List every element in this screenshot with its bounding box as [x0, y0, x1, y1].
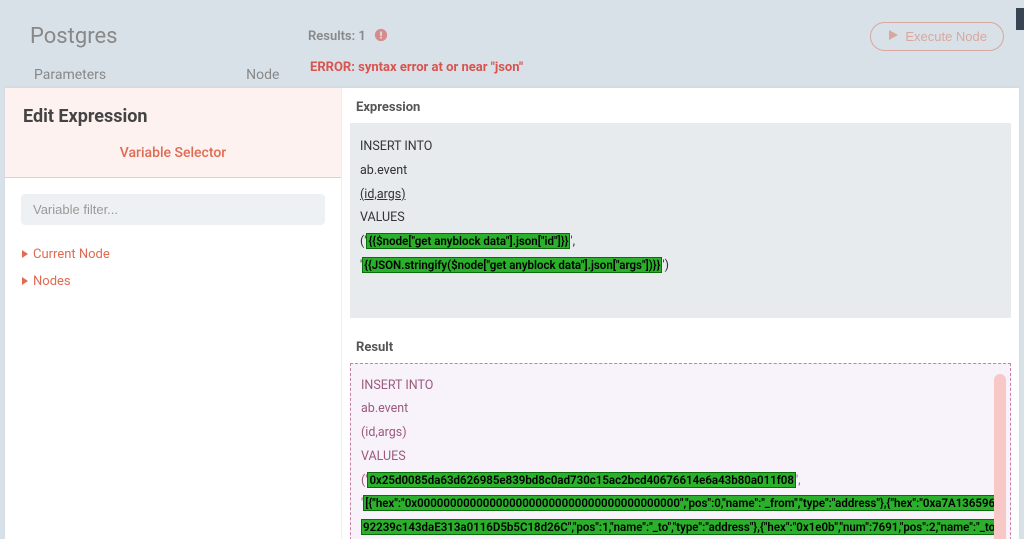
- tree-item-nodes[interactable]: Nodes: [21, 268, 325, 295]
- results-label: Results: 1: [308, 28, 388, 46]
- expr-idargs: (id,args): [360, 187, 406, 202]
- warning-icon: [374, 28, 388, 46]
- expr-line: INSERT INTO: [360, 135, 1001, 159]
- expr-post: ',: [570, 234, 575, 249]
- play-icon: [887, 29, 899, 44]
- tab-parameters[interactable]: Parameters: [34, 67, 106, 83]
- result-line: (id,args): [361, 421, 1000, 445]
- variable-selector-label: Variable Selector: [23, 145, 323, 167]
- right-edge-strip: [1016, 8, 1024, 30]
- expr-post: '): [662, 258, 669, 273]
- error-message: ERROR: syntax error at or near "json": [310, 60, 523, 75]
- modal-title: Edit Expression: [23, 106, 323, 127]
- result-line: INSERT INTO: [361, 374, 1000, 398]
- execute-node-button[interactable]: Execute Node: [870, 22, 1004, 51]
- chevron-right-icon: [21, 247, 29, 262]
- result-post: ',: [796, 473, 801, 488]
- variable-filter-input[interactable]: [21, 194, 325, 225]
- result-highlight: 0x25d0085da63d626985e839bd8c0ad730c15ac2…: [367, 472, 795, 488]
- left-panel: Edit Expression Variable Selector Curren…: [5, 88, 342, 539]
- tab-node[interactable]: Node: [246, 67, 279, 83]
- tree-item-current-node[interactable]: Current Node: [21, 241, 325, 268]
- left-header: Edit Expression Variable Selector: [5, 88, 341, 178]
- expr-line: '{{JSON.stringify($node["get anyblock da…: [360, 254, 1001, 278]
- expression-editor[interactable]: INSERT INTO ab.event (id,args) VALUES ('…: [350, 123, 1011, 318]
- result-line: ('0x25d0085da63d626985e839bd8c0ad730c15a…: [361, 469, 1000, 493]
- result-line: '[{"hex":"0x0000000000000000000000000000…: [361, 492, 1000, 539]
- left-body: Current Node Nodes: [5, 178, 341, 311]
- expr-highlight: {{JSON.stringify($node["get anyblock dat…: [362, 257, 662, 273]
- result-line: VALUES: [361, 445, 1000, 469]
- results-count: Results: 1: [308, 29, 366, 44]
- execute-label: Execute Node: [905, 29, 987, 44]
- expr-line: (id,args): [360, 183, 1001, 207]
- edit-expression-modal: Edit Expression Variable Selector Curren…: [5, 88, 1019, 539]
- expr-line: ('{{$node["get anyblock data"].json["id"…: [360, 230, 1001, 254]
- node-right-header: Results: 1 Execute Node: [308, 22, 1004, 51]
- expression-label: Expression: [342, 88, 1019, 123]
- tree-label-current: Current Node: [33, 247, 110, 262]
- result-label: Result: [342, 318, 1019, 363]
- result-line: ab.event: [361, 397, 1000, 421]
- expr-highlight: {{$node["get anyblock data"].json["id"]}…: [366, 233, 570, 249]
- expr-line: VALUES: [360, 206, 1001, 230]
- result-box: INSERT INTO ab.event (id,args) VALUES ('…: [350, 363, 1011, 539]
- expr-line: ab.event: [360, 159, 1001, 183]
- tree-label-nodes: Nodes: [33, 274, 71, 289]
- chevron-right-icon: [21, 274, 29, 289]
- right-panel: Expression INSERT INTO ab.event (id,args…: [342, 88, 1019, 539]
- scrollbar[interactable]: [994, 374, 1006, 539]
- result-highlight: [{"hex":"0x00000000000000000000000000000…: [361, 495, 997, 539]
